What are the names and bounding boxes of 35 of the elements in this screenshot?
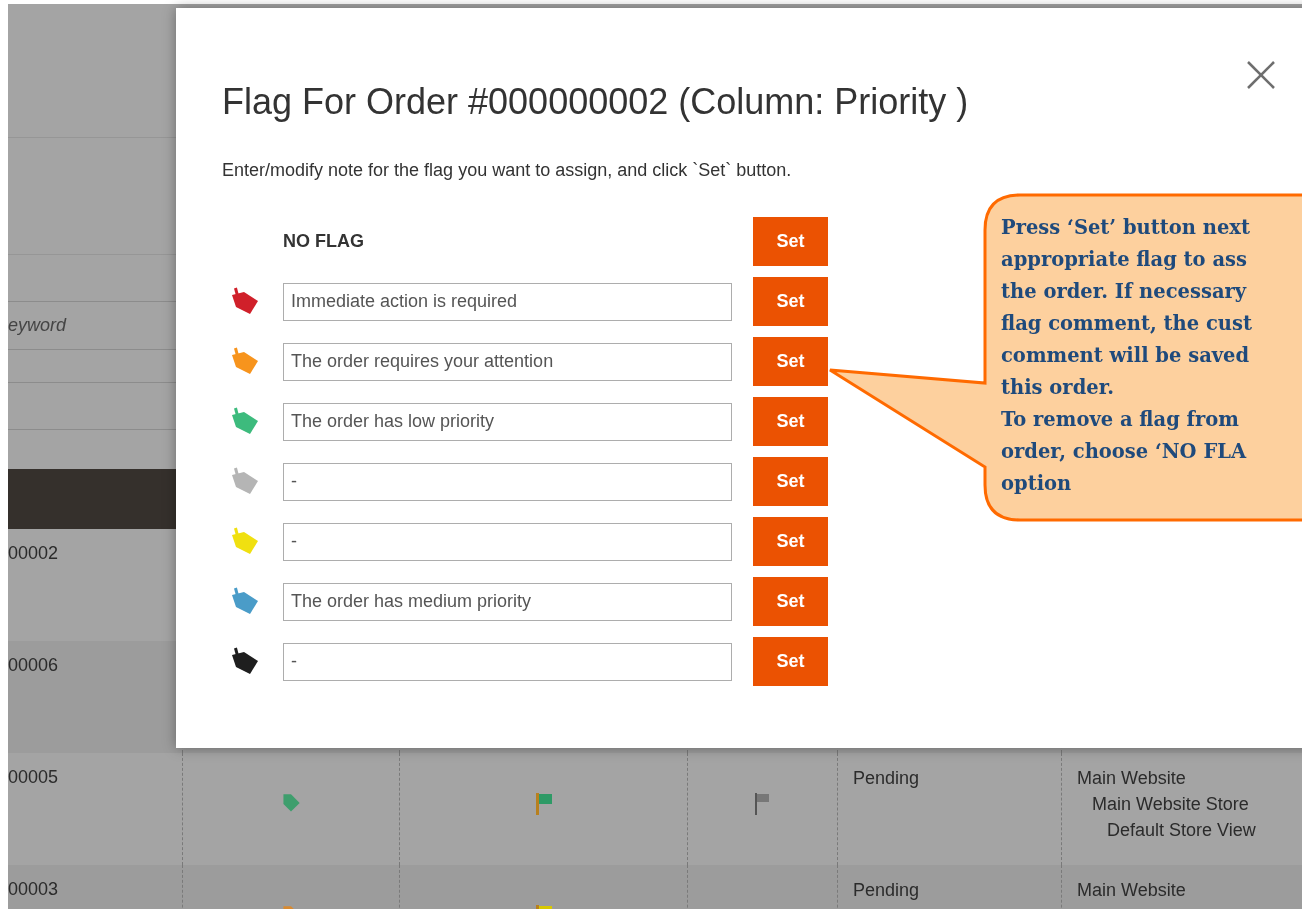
order-number: 00003	[8, 879, 59, 899]
flag-note-field[interactable]: -	[283, 642, 732, 681]
flag-pole-icon	[535, 793, 539, 815]
flag-note-field[interactable]: -	[283, 522, 732, 561]
set-button[interactable]: Set	[753, 637, 828, 686]
store-scope-text: Main Website	[1077, 879, 1186, 902]
order-number: 00005	[8, 767, 59, 787]
set-button[interactable]: Set	[753, 517, 828, 566]
instruction-text: Enter/modify note for the flag you want to assign, and click `Set` button.	[222, 160, 792, 181]
flag-note-field[interactable]: Immediate action is required	[283, 282, 732, 321]
order-number: 00002	[8, 543, 59, 563]
set-button[interactable]: Set	[753, 397, 828, 446]
flag-note-field[interactable]: The order has medium priority	[283, 582, 732, 621]
flag-note-field[interactable]: The order has low priority	[283, 402, 732, 441]
no-flag-label: NO FLAG	[283, 231, 365, 252]
store-scope-text: Main Website Store	[1091, 793, 1249, 816]
flag-note-field[interactable]: -	[283, 462, 732, 501]
store-scope-text: Main Website	[1077, 767, 1186, 790]
set-button[interactable]: Set	[753, 277, 828, 326]
set-button[interactable]: Set	[753, 457, 828, 506]
callout-text: To remove a flag from order, choose ‘NO FLA option	[1001, 407, 1247, 497]
close-button[interactable]	[1245, 59, 1277, 91]
set-button[interactable]: Set	[753, 577, 828, 626]
set-button[interactable]: Set	[753, 217, 828, 266]
order-status: Pending	[853, 768, 920, 788]
store-scope-text: Default Store View	[1106, 819, 1256, 842]
order-status: Pending	[853, 880, 920, 900]
set-button[interactable]: Set	[753, 337, 828, 386]
close-icon	[1245, 59, 1277, 91]
dialog-title: Flag For Order #000000002 (Column: Priority )	[222, 80, 969, 124]
flag-note-field[interactable]: The order requires your attention	[283, 342, 732, 381]
order-number: 00006	[8, 655, 59, 675]
callout-text: Press ‘Set’ button next appropriate flag to ass the order. If necessary flag comment, the cust comment will be saved this order.	[1001, 215, 1252, 401]
keyword-search-field[interactable]: eyword	[8, 315, 168, 336]
flag-pole-icon	[535, 905, 539, 909]
